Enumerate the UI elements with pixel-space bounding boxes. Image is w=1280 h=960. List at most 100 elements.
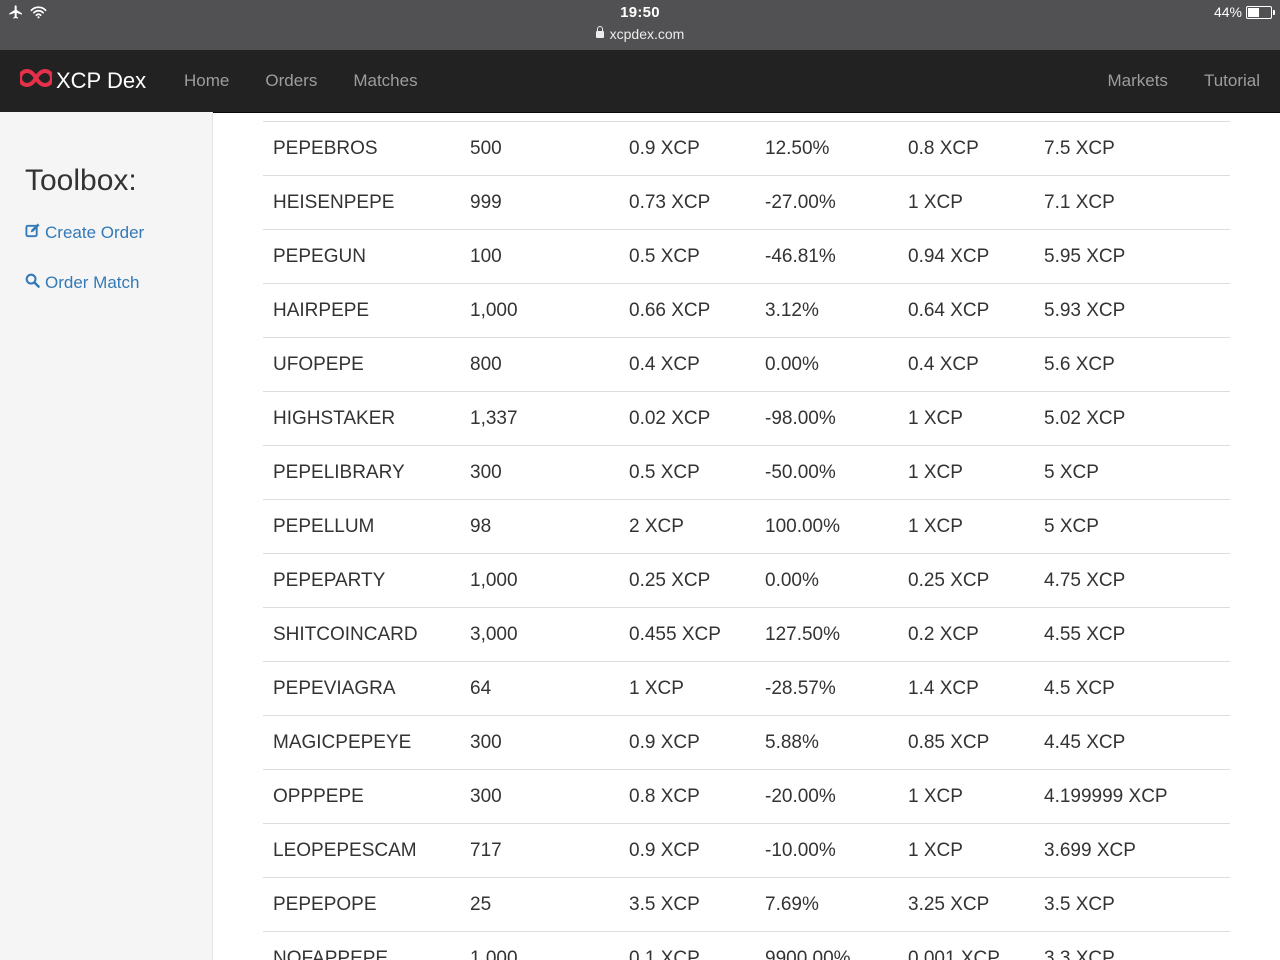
supply-cell: 25 xyxy=(460,877,619,932)
table-row[interactable]: HEISENPEPE 999 0.73 XCP -27.00% 1 XCP 7.1 XCP xyxy=(263,175,1230,230)
asset-link[interactable]: UFOPEPE xyxy=(263,337,460,392)
asset-link[interactable]: HIGHSTAKER xyxy=(263,391,460,446)
change-cell: 0.00% xyxy=(755,553,898,608)
price-cell: 0.73 XCP xyxy=(619,175,755,230)
price-cell: 0.4 XCP xyxy=(619,337,755,392)
change-cell: 100.00% xyxy=(755,499,898,554)
brand-link[interactable]: XCP Dex xyxy=(18,67,146,95)
supply-cell: 800 xyxy=(460,337,619,392)
price-cell: 0.02 XCP xyxy=(619,391,755,446)
change-cell: -27.00% xyxy=(755,175,898,230)
battery-level xyxy=(1248,7,1259,17)
asset-link[interactable]: PEPEPARTY xyxy=(263,553,460,608)
infinity-logo-icon xyxy=(18,67,54,95)
prev-price-cell: 0.85 XCP xyxy=(898,715,1034,770)
prev-price-cell: 0.64 XCP xyxy=(898,283,1034,338)
table-row[interactable]: MAGICPEPEYE 300 0.9 XCP 5.88% 0.85 XCP 4.45 X… xyxy=(263,715,1230,770)
markets-table-container[interactable]: PEPEBROS 500 0.9 XCP 12.50% 0.8 XCP 7.5 XCP HE… xyxy=(263,112,1230,960)
price-cell: 2 XCP xyxy=(619,499,755,554)
change-cell: -98.00% xyxy=(755,391,898,446)
table-row[interactable]: PEPEGUN 100 0.5 XCP -46.81% 0.94 XCP 5.95 XCP xyxy=(263,229,1230,284)
price-cell: 3.5 XCP xyxy=(619,877,755,932)
table-row[interactable]: PEPELLUM 98 2 XCP 100.00% 1 XCP 5 XCP xyxy=(263,499,1230,554)
asset-link[interactable]: SHITCOINCARD xyxy=(263,607,460,662)
supply-cell: 1,000 xyxy=(460,931,619,960)
create-order-link[interactable]: Create Order xyxy=(25,223,144,243)
change-cell: 9900.00% xyxy=(755,931,898,960)
prev-price-cell: 0.2 XCP xyxy=(898,607,1034,662)
supply-cell: 999 xyxy=(460,175,619,230)
change-cell: 7.69% xyxy=(755,877,898,932)
search-icon xyxy=(25,273,40,293)
price-cell: 0.9 XCP xyxy=(619,715,755,770)
prev-price-cell: 0.001 XCP xyxy=(898,931,1034,960)
change-cell: 127.50% xyxy=(755,607,898,662)
nav-markets[interactable]: Markets xyxy=(1089,50,1185,112)
prev-price-cell: 0.25 XCP xyxy=(898,553,1034,608)
nav-orders[interactable]: Orders xyxy=(247,50,335,112)
nav-home[interactable]: Home xyxy=(166,50,247,112)
asset-link[interactable]: PEPEBROS xyxy=(263,121,460,176)
volume-cell: 3.699 XCP xyxy=(1034,823,1230,878)
volume-cell: 7.5 XCP xyxy=(1034,121,1230,176)
asset-link[interactable]: HEISENPEPE xyxy=(263,175,460,230)
asset-link[interactable]: LEOPEPESCAM xyxy=(263,823,460,878)
prev-price-cell: 1 XCP xyxy=(898,769,1034,824)
table-row[interactable]: PEPEPOPE 25 3.5 XCP 7.69% 3.25 XCP 3.5 XCP xyxy=(263,877,1230,932)
supply-cell: 100 xyxy=(460,229,619,284)
asset-link[interactable]: PEPEVIAGRA xyxy=(263,661,460,716)
volume-cell: 5.6 XCP xyxy=(1034,337,1230,392)
price-cell: 0.5 XCP xyxy=(619,229,755,284)
table-row[interactable]: PEPEVIAGRA 64 1 XCP -28.57% 1.4 XCP 4.5 XCP xyxy=(263,661,1230,716)
prev-price-cell: 0.4 XCP xyxy=(898,337,1034,392)
asset-link[interactable]: OPPPEPE xyxy=(263,769,460,824)
asset-link[interactable]: NOFAPPEPE xyxy=(263,931,460,960)
supply-cell: 300 xyxy=(460,769,619,824)
volume-cell: 4.45 XCP xyxy=(1034,715,1230,770)
order-match-label: Order Match xyxy=(45,273,140,292)
supply-cell: 64 xyxy=(460,661,619,716)
price-cell: 0.66 XCP xyxy=(619,283,755,338)
table-row[interactable]: SHITCOINCARD 3,000 0.455 XCP 127.50% 0.2 XCP… xyxy=(263,607,1230,662)
price-cell: 0.8 XCP xyxy=(619,769,755,824)
nav-matches[interactable]: Matches xyxy=(335,50,435,112)
markets-table: PEPEBROS 500 0.9 XCP 12.50% 0.8 XCP 7.5 XCP HE… xyxy=(263,121,1230,960)
address-bar[interactable]: xcpdex.com xyxy=(0,26,1280,42)
price-cell: 0.455 XCP xyxy=(619,607,755,662)
address-url: xcpdex.com xyxy=(609,26,685,42)
table-row[interactable]: LEOPEPESCAM 717 0.9 XCP -10.00% 1 XCP 3.699 X… xyxy=(263,823,1230,878)
table-row[interactable]: PEPEBROS 500 0.9 XCP 12.50% 0.8 XCP 7.5 XCP xyxy=(263,121,1230,176)
asset-link[interactable]: PEPEGUN xyxy=(263,229,460,284)
volume-cell: 5 XCP xyxy=(1034,445,1230,500)
prev-price-cell: 1.4 XCP xyxy=(898,661,1034,716)
lock-icon xyxy=(595,26,604,38)
table-row[interactable]: HIGHSTAKER 1,337 0.02 XCP -98.00% 1 XCP 5.02 … xyxy=(263,391,1230,446)
table-row[interactable]: PEPELIBRARY 300 0.5 XCP -50.00% 1 XCP 5 XCP xyxy=(263,445,1230,500)
table-row[interactable]: PEPEPARTY 1,000 0.25 XCP 0.00% 0.25 XCP 4.75 … xyxy=(263,553,1230,608)
order-match-link[interactable]: Order Match xyxy=(25,273,139,293)
table-row[interactable]: HAIRPEPE 1,000 0.66 XCP 3.12% 0.64 XCP 5.93 X… xyxy=(263,283,1230,338)
table-row[interactable]: NOFAPPEPE 1,000 0.1 XCP 9900.00% 0.001 XCP 3.… xyxy=(263,931,1230,960)
volume-cell: 4.5 XCP xyxy=(1034,661,1230,716)
asset-link[interactable]: PEPELLUM xyxy=(263,499,460,554)
status-time: 19:50 xyxy=(620,4,660,21)
table-row[interactable]: UFOPEPE 800 0.4 XCP 0.00% 0.4 XCP 5.6 XCP xyxy=(263,337,1230,392)
change-cell: -46.81% xyxy=(755,229,898,284)
asset-link[interactable]: HAIRPEPE xyxy=(263,283,460,338)
volume-cell: 5 XCP xyxy=(1034,499,1230,554)
price-cell: 0.5 XCP xyxy=(619,445,755,500)
supply-cell: 1,000 xyxy=(460,283,619,338)
nav-left-menu: Home Orders Matches xyxy=(166,50,436,112)
nav-tutorial[interactable]: Tutorial xyxy=(1186,50,1278,112)
top-navbar: XCP Dex Home Orders Matches Markets Tuto… xyxy=(0,50,1280,113)
asset-link[interactable]: PEPELIBRARY xyxy=(263,445,460,500)
supply-cell: 500 xyxy=(460,121,619,176)
create-order-label: Create Order xyxy=(45,223,145,242)
volume-cell: 5.02 XCP xyxy=(1034,391,1230,446)
table-row[interactable]: OPPPEPE 300 0.8 XCP -20.00% 1 XCP 4.199999 XC… xyxy=(263,769,1230,824)
asset-link[interactable]: MAGICPEPEYE xyxy=(263,715,460,770)
asset-link[interactable]: PEPEPOPE xyxy=(263,877,460,932)
prev-price-cell: 0.94 XCP xyxy=(898,229,1034,284)
price-cell: 0.25 XCP xyxy=(619,553,755,608)
change-cell: -50.00% xyxy=(755,445,898,500)
